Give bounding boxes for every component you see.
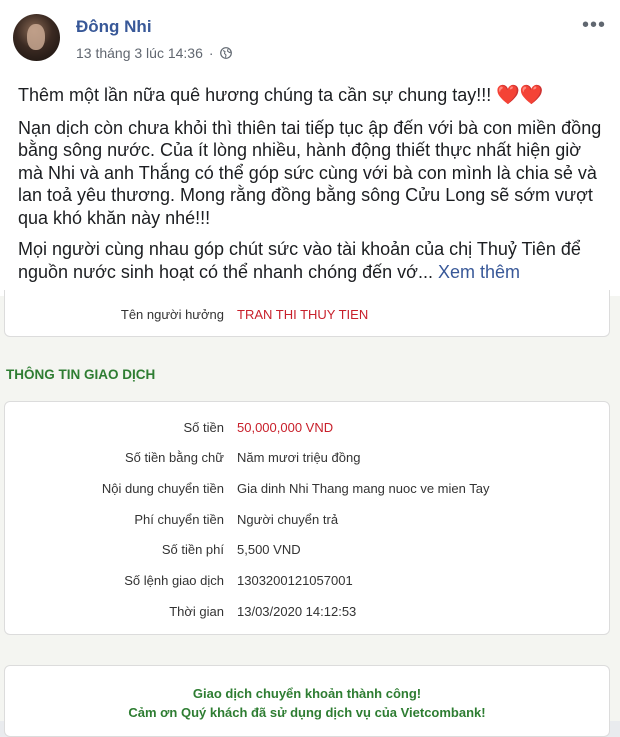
post-meta: 13 tháng 3 lúc 14:36 · [76,45,232,61]
detail-label: Thời gian [169,604,224,619]
detail-value: Người chuyển trả [237,512,339,527]
see-more-link[interactable]: Xem thêm [438,262,520,282]
separator-dot: · [208,45,214,61]
more-options-icon[interactable]: ••• [582,15,606,35]
paragraph-2: Nạn dịch còn chưa khỏi thì thiên tai tiế… [18,117,602,228]
success-card: Giao dịch chuyển khoản thành công! Cảm ơ… [4,665,610,737]
paragraph-1: Thêm một lần nữa quê hương chúng ta cần … [18,84,608,108]
detail-label: Phí chuyển tiền [134,512,224,527]
facebook-post: Đông Nhi 13 tháng 3 lúc 14:36 · ••• Thêm… [0,0,620,737]
detail-value: 5,500 VND [237,542,301,557]
detail-label: Số tiền [183,420,224,435]
author-name[interactable]: Đông Nhi [76,17,152,37]
success-message: Giao dịch chuyển khoản thành công! [192,686,422,701]
heart-emoji-icon: ❤️❤️ [496,85,544,106]
globe-icon[interactable] [219,47,232,59]
section-title: THÔNG TIN GIAO DỊCH [6,367,156,382]
timestamp-link[interactable]: 13 tháng 3 lúc 14:36 [76,45,203,61]
detail-label: Số tiền bằng chữ [124,450,224,465]
detail-value: 13/03/2020 14:12:53 [237,604,357,619]
paragraph-3: Mọi người cùng nhau góp chút sức vào tài… [18,238,608,283]
transaction-details-card: Số tiền 50,000,000 VND Số tiền bằng chữ … [4,401,610,635]
detail-value: 1303200121057001 [237,573,353,588]
thank-you-message: Cảm ơn Quý khách đã sử dụng dịch vụ của … [128,705,486,720]
detail-label: Nội dung chuyển tiền [101,481,224,496]
post-text: Thêm một lần nữa quê hương chúng ta cần … [18,84,608,292]
bank-receipt-image: Tên người hưởng TRAN THI THUY TIEN THÔNG… [0,290,620,737]
detail-value: Gia dinh Nhi Thang mang nuoc ve mien Tay [237,481,490,496]
beneficiary-label: Tên người hưởng [120,307,224,322]
detail-value: Năm mươi triệu đồng [237,450,361,465]
detail-label: Số lệnh giao dịch [124,573,224,588]
avatar[interactable] [13,14,60,61]
beneficiary-value: TRAN THI THUY TIEN [237,307,369,322]
detail-label: Số tiền phí [161,542,224,557]
detail-value: 50,000,000 VND [237,420,334,435]
beneficiary-card: Tên người hưởng TRAN THI THUY TIEN [4,290,610,337]
paragraph-1-text: Thêm một lần nữa quê hương chúng ta cần … [18,85,492,105]
